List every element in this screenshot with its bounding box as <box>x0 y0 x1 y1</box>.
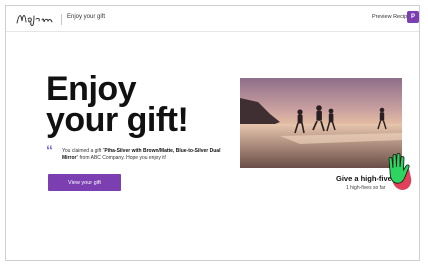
page-title: Enjoy your gift! <box>46 72 189 139</box>
header-divider <box>61 14 62 25</box>
breadcrumb: Enjoy your gift <box>67 14 106 20</box>
app-frame: Enjoy your gift Preview Recipient P Enjo… <box>5 5 420 261</box>
high-five-hand-icon[interactable] <box>386 151 414 193</box>
top-bar: Enjoy your gift Preview Recipient P <box>6 6 419 32</box>
maui-jim-logo[interactable] <box>15 10 55 27</box>
quote-icon: “ <box>46 142 53 158</box>
avatar[interactable]: P <box>407 11 419 23</box>
beach-photo <box>240 78 402 168</box>
high-five-title: Give a high-five <box>336 174 392 183</box>
headline-line-2: your gift! <box>46 101 189 139</box>
message-outro: ” from ABC Company. Hope you enjoy it! <box>76 155 167 161</box>
view-gift-button[interactable]: View your gift <box>48 174 121 191</box>
gift-message: You claimed a gift “Piha-Silver with Bro… <box>62 148 237 162</box>
message-intro: You claimed a gift “ <box>62 148 105 154</box>
high-five-count: 1 high-fives so far <box>346 185 386 191</box>
